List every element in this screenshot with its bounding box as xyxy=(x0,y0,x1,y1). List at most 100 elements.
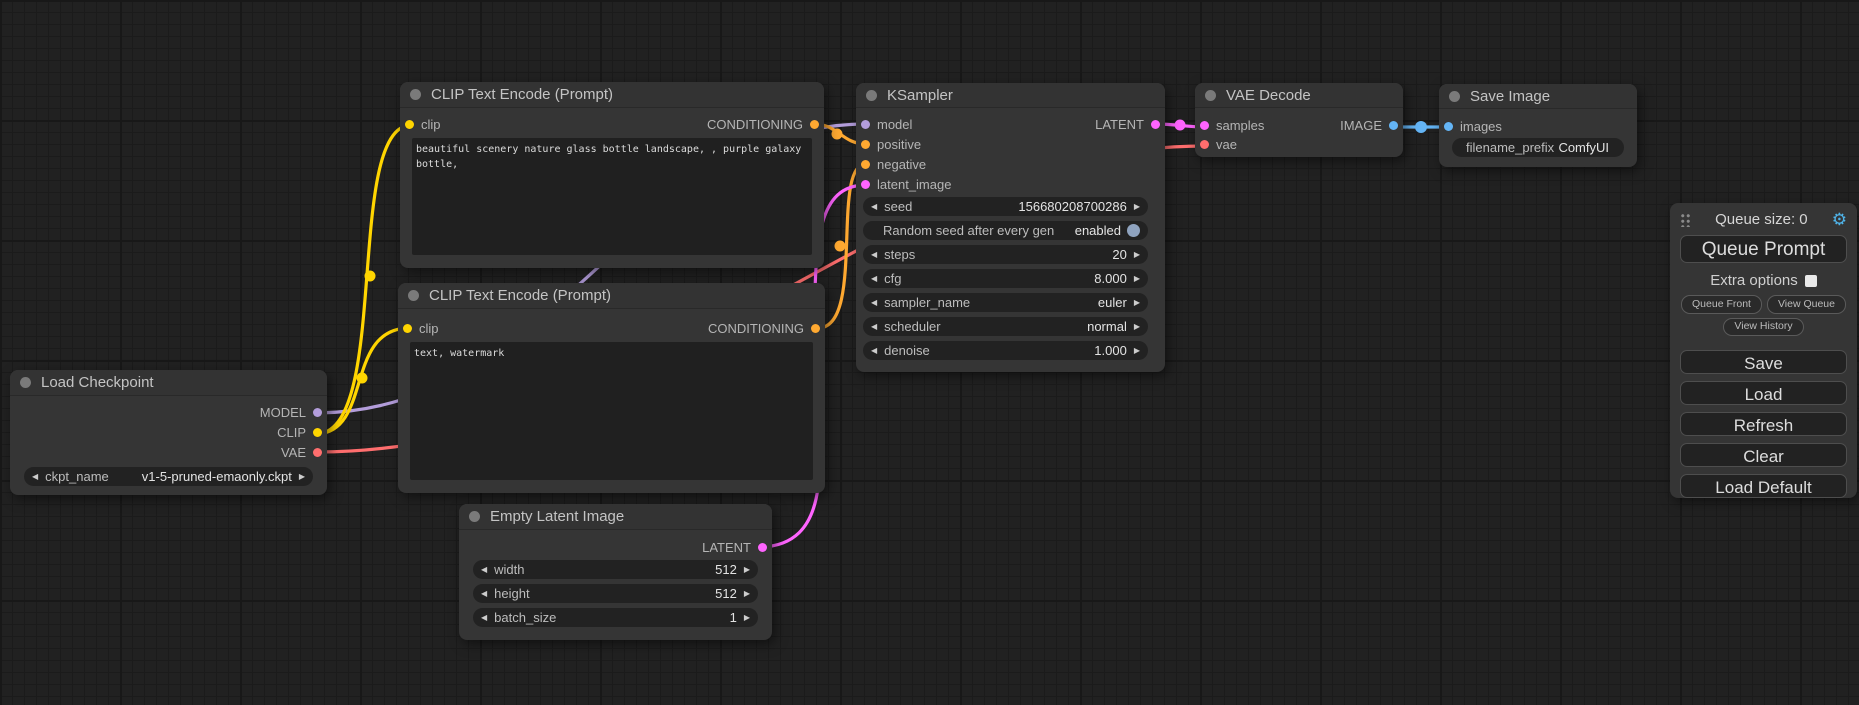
input-slot-vae[interactable]: vae xyxy=(1200,137,1237,152)
input-slot-positive[interactable]: positive xyxy=(861,137,921,152)
collapse-dot-icon[interactable] xyxy=(1449,91,1460,102)
increment-arrow-icon[interactable]: ▶ xyxy=(1134,347,1140,355)
queue-prompt-button[interactable]: Queue Prompt xyxy=(1680,235,1847,263)
input-slot-samples[interactable]: samples xyxy=(1200,118,1264,133)
widget-steps[interactable]: ◀ steps 20 ▶ xyxy=(863,245,1148,264)
conditioning-port-icon[interactable] xyxy=(811,324,820,333)
widget-denoise[interactable]: ◀ denoise 1.000 ▶ xyxy=(863,341,1148,360)
node-title-bar[interactable]: VAE Decode xyxy=(1195,83,1403,108)
decrement-arrow-icon[interactable]: ◀ xyxy=(871,323,877,331)
input-slot-clip[interactable]: clip xyxy=(405,117,441,132)
output-slot-conditioning[interactable]: CONDITIONING xyxy=(708,321,820,336)
positive-prompt-textarea[interactable]: beautiful scenery nature glass bottle la… xyxy=(412,138,812,255)
output-slot-model[interactable]: MODEL xyxy=(260,405,322,420)
node-title-bar[interactable]: CLIP Text Encode (Prompt) xyxy=(400,82,824,108)
decrement-arrow-icon[interactable]: ◀ xyxy=(871,203,877,211)
load-default-button[interactable]: Load Default xyxy=(1680,474,1847,498)
clip-port-icon[interactable] xyxy=(403,324,412,333)
widget-width[interactable]: ◀ width 512 ▶ xyxy=(473,560,758,579)
conditioning-port-icon[interactable] xyxy=(861,140,870,149)
output-slot-conditioning[interactable]: CONDITIONING xyxy=(707,117,819,132)
image-port-icon[interactable] xyxy=(1444,122,1453,131)
negative-prompt-textarea[interactable]: text, watermark xyxy=(410,342,813,480)
increment-arrow-icon[interactable]: ▶ xyxy=(1134,203,1140,211)
node-vae-decode[interactable]: VAE Decode samples IMAGE vae xyxy=(1195,83,1403,157)
decrement-arrow-icon[interactable]: ◀ xyxy=(481,566,487,574)
widget-seed[interactable]: ◀ seed 156680208700286 ▶ xyxy=(863,197,1148,216)
increment-arrow-icon[interactable]: ▶ xyxy=(1134,275,1140,283)
collapse-dot-icon[interactable] xyxy=(408,290,419,301)
extra-options-checkbox[interactable] xyxy=(1805,275,1817,287)
refresh-button[interactable]: Refresh xyxy=(1680,412,1847,436)
collapse-dot-icon[interactable] xyxy=(866,90,877,101)
increment-arrow-icon[interactable]: ▶ xyxy=(1134,251,1140,259)
node-save-image[interactable]: Save Image images filename_prefix ComfyU… xyxy=(1439,84,1637,167)
collapse-dot-icon[interactable] xyxy=(20,377,31,388)
increment-arrow-icon[interactable]: ▶ xyxy=(744,614,750,622)
vae-port-icon[interactable] xyxy=(1200,140,1209,149)
increment-arrow-icon[interactable]: ▶ xyxy=(1134,323,1140,331)
gear-icon[interactable]: ⚙ xyxy=(1832,211,1847,228)
conditioning-port-icon[interactable] xyxy=(810,120,819,129)
node-title-bar[interactable]: Save Image xyxy=(1439,84,1637,109)
widget-height[interactable]: ◀ height 512 ▶ xyxy=(473,584,758,603)
model-port-icon[interactable] xyxy=(861,120,870,129)
node-clip-text-encode-negative[interactable]: CLIP Text Encode (Prompt) clip CONDITION… xyxy=(398,283,825,493)
increment-arrow-icon[interactable]: ▶ xyxy=(299,473,305,481)
widget-ckpt-name[interactable]: ◀ ckpt_name v1-5-pruned-emaonly.ckpt ▶ xyxy=(24,467,313,486)
clear-button[interactable]: Clear xyxy=(1680,443,1847,467)
node-load-checkpoint[interactable]: Load Checkpoint MODEL CLIP VAE ◀ ckpt_na… xyxy=(10,370,327,495)
decrement-arrow-icon[interactable]: ◀ xyxy=(481,590,487,598)
load-button[interactable]: Load xyxy=(1680,381,1847,405)
widget-cfg[interactable]: ◀ cfg 8.000 ▶ xyxy=(863,269,1148,288)
conditioning-port-icon[interactable] xyxy=(861,160,870,169)
output-slot-clip[interactable]: CLIP xyxy=(277,425,322,440)
model-port-icon[interactable] xyxy=(313,408,322,417)
latent-port-icon[interactable] xyxy=(758,543,767,552)
widget-scheduler[interactable]: ◀ scheduler normal ▶ xyxy=(863,317,1148,336)
node-empty-latent-image[interactable]: Empty Latent Image LATENT ◀ width 512 ▶ … xyxy=(459,504,772,640)
widget-random-seed-toggle[interactable]: Random seed after every gen enabled xyxy=(863,221,1148,240)
input-slot-images[interactable]: images xyxy=(1444,119,1502,134)
node-clip-text-encode-positive[interactable]: CLIP Text Encode (Prompt) clip CONDITION… xyxy=(400,82,824,268)
widget-batch-size[interactable]: ◀ batch_size 1 ▶ xyxy=(473,608,758,627)
output-slot-image[interactable]: IMAGE xyxy=(1340,118,1398,133)
clip-port-icon[interactable] xyxy=(313,428,322,437)
output-slot-latent[interactable]: LATENT xyxy=(1095,117,1160,132)
decrement-arrow-icon[interactable]: ◀ xyxy=(871,275,877,283)
increment-arrow-icon[interactable]: ▶ xyxy=(744,590,750,598)
view-queue-button[interactable]: View Queue xyxy=(1767,295,1846,314)
decrement-arrow-icon[interactable]: ◀ xyxy=(481,614,487,622)
decrement-arrow-icon[interactable]: ◀ xyxy=(871,347,877,355)
image-port-icon[interactable] xyxy=(1389,121,1398,130)
collapse-dot-icon[interactable] xyxy=(410,89,421,100)
latent-port-icon[interactable] xyxy=(1151,120,1160,129)
node-title-bar[interactable]: KSampler xyxy=(856,83,1165,108)
drag-handle-icon[interactable] xyxy=(1680,212,1691,227)
graph-canvas[interactable]: Load Checkpoint MODEL CLIP VAE ◀ ckpt_na… xyxy=(0,0,1859,705)
output-slot-vae[interactable]: VAE xyxy=(281,445,322,460)
increment-arrow-icon[interactable]: ▶ xyxy=(1134,299,1140,307)
collapse-dot-icon[interactable] xyxy=(469,511,480,522)
node-ksampler[interactable]: KSampler model LATENT positive negative … xyxy=(856,83,1165,372)
increment-arrow-icon[interactable]: ▶ xyxy=(744,566,750,574)
collapse-dot-icon[interactable] xyxy=(1205,90,1216,101)
view-history-button[interactable]: View History xyxy=(1723,318,1803,337)
input-slot-negative[interactable]: negative xyxy=(861,157,926,172)
output-slot-latent[interactable]: LATENT xyxy=(702,540,767,555)
input-slot-latent-image[interactable]: latent_image xyxy=(861,177,951,192)
widget-filename-prefix[interactable]: filename_prefix ComfyUI xyxy=(1452,138,1624,157)
widget-sampler-name[interactable]: ◀ sampler_name euler ▶ xyxy=(863,293,1148,312)
decrement-arrow-icon[interactable]: ◀ xyxy=(871,251,877,259)
node-title-bar[interactable]: Empty Latent Image xyxy=(459,504,772,530)
latent-port-icon[interactable] xyxy=(1200,121,1209,130)
node-title-bar[interactable]: CLIP Text Encode (Prompt) xyxy=(398,283,825,309)
queue-front-button[interactable]: Queue Front xyxy=(1681,295,1762,314)
decrement-arrow-icon[interactable]: ◀ xyxy=(32,473,38,481)
input-slot-model[interactable]: model xyxy=(861,117,912,132)
node-title-bar[interactable]: Load Checkpoint xyxy=(10,370,327,396)
input-slot-clip[interactable]: clip xyxy=(403,321,439,336)
decrement-arrow-icon[interactable]: ◀ xyxy=(871,299,877,307)
clip-port-icon[interactable] xyxy=(405,120,414,129)
save-button[interactable]: Save xyxy=(1680,350,1847,374)
